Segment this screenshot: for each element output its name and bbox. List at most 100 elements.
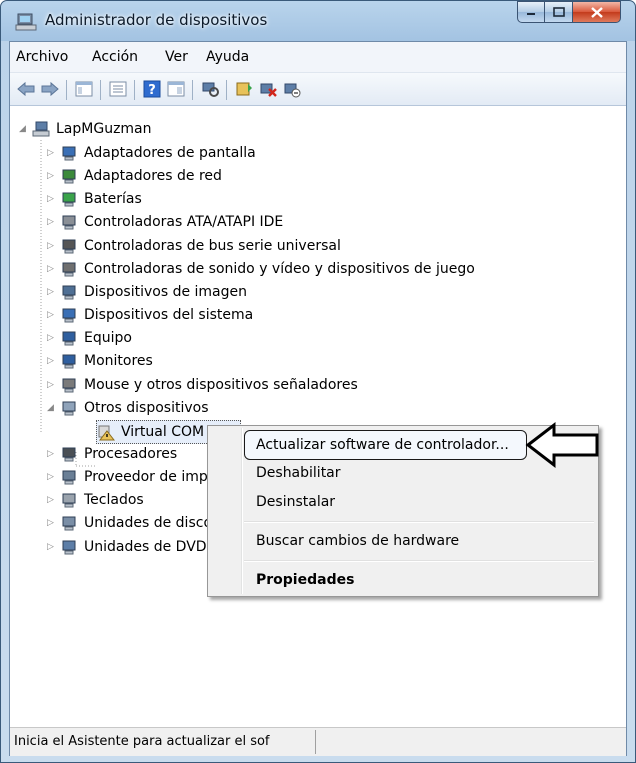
menu-ayuda[interactable]: Ayuda — [206, 49, 249, 65]
status-text: Inicia el Asistente para actualizar el s… — [14, 734, 270, 749]
tree-item[interactable]: Dispositivos del sistema — [60, 304, 253, 326]
collapse-toggle-icon[interactable]: ◢ — [47, 403, 57, 413]
console-tree-icon[interactable] — [108, 80, 128, 98]
usb-icon — [62, 239, 76, 254]
scan-hardware-icon[interactable] — [200, 80, 220, 98]
client-area: Archivo Acción Ver Ayuda ? ◢ LapMGuzman … — [9, 41, 627, 756]
expand-toggle-icon[interactable]: ▷ — [47, 472, 57, 482]
expand-toggle-icon[interactable]: ▷ — [47, 449, 57, 459]
disk-drive-icon — [62, 516, 76, 531]
expand-toggle-icon[interactable]: ▷ — [47, 217, 57, 227]
back-icon[interactable] — [16, 80, 36, 98]
toolbar-separator — [66, 80, 67, 100]
warning-device-icon — [98, 425, 115, 441]
tree-item[interactable]: Dispositivos de imagen — [60, 281, 247, 303]
dvd-drive-icon — [62, 540, 76, 555]
context-menu-gutter — [241, 428, 243, 594]
properties-menu-item[interactable]: Propiedades — [256, 572, 354, 588]
expand-toggle-icon[interactable]: ▷ — [47, 356, 57, 366]
tree-item-label: Controladoras de bus serie universal — [84, 237, 341, 254]
forward-icon[interactable] — [40, 80, 60, 98]
tree-item[interactable]: Mouse y otros dispositivos señaladores — [60, 374, 358, 396]
tree-item-label: Procesadores — [84, 445, 178, 462]
tree-item[interactable]: Baterías — [60, 188, 142, 210]
toolbar-separator — [226, 80, 227, 100]
tree-item-label: Unidades de disco — [84, 515, 213, 532]
network-adapter-icon — [62, 169, 76, 184]
tree-item[interactable]: Adaptadores de pantalla — [60, 142, 256, 164]
disable-menu-item[interactable]: Deshabilitar — [256, 465, 341, 481]
tree-item-label: Monitores — [84, 353, 153, 370]
menu-accion[interactable]: Acción — [92, 49, 138, 65]
expand-toggle-icon[interactable]: ▷ — [47, 495, 57, 505]
menu-bar: Archivo Acción Ver Ayuda — [10, 42, 626, 73]
minimize-icon — [527, 13, 535, 15]
tree-item-label: Equipo — [84, 330, 132, 347]
expand-toggle-icon[interactable]: ▷ — [47, 148, 57, 158]
uninstall-menu-item[interactable]: Desinstalar — [256, 494, 335, 510]
close-button[interactable] — [573, 1, 621, 23]
expand-toggle-icon[interactable]: ▷ — [47, 241, 57, 251]
speaker-icon — [62, 262, 76, 277]
close-icon — [590, 6, 603, 18]
expand-toggle-icon[interactable]: ▷ — [47, 264, 57, 274]
tree-item-label: Adaptadores de pantalla — [84, 145, 256, 161]
tree-item[interactable]: Otros dispositivos — [60, 397, 209, 419]
expand-toggle-icon[interactable]: ▷ — [47, 310, 57, 320]
battery-icon — [62, 192, 76, 207]
context-menu-separator — [244, 521, 594, 523]
context-menu-separator — [244, 560, 594, 562]
unknown-device-icon — [62, 401, 76, 416]
printer-icon — [62, 470, 76, 485]
tree-item-label: Otros dispositivos — [84, 399, 209, 416]
tree-item[interactable]: Unidades de disco — [60, 512, 212, 534]
ide-controller-icon — [62, 215, 76, 230]
tree-item[interactable]: Adaptadores de red — [60, 165, 222, 187]
pointer-arrow-annotation — [525, 421, 599, 469]
tree-item[interactable]: Monitores — [60, 350, 153, 372]
expand-toggle-icon[interactable]: ▷ — [47, 194, 57, 204]
update-driver-icon[interactable] — [234, 80, 254, 98]
device-manager-window: Administrador de dispositivos Archivo Ac… — [0, 0, 636, 763]
tree-item[interactable]: Equipo — [60, 327, 132, 349]
tree-item-label: Adaptadores de red — [84, 168, 222, 185]
title-bar[interactable]: Administrador de dispositivos — [1, 1, 635, 41]
tree-item[interactable]: Controladoras de sonido y vídeo y dispos… — [60, 258, 475, 280]
uninstall-icon[interactable] — [258, 80, 278, 98]
help-icon[interactable]: ? — [142, 80, 162, 98]
tree-item[interactable]: Controladoras ATA/ATAPI IDE — [60, 211, 283, 233]
tree-item[interactable]: Teclados — [60, 489, 144, 511]
expand-toggle-icon[interactable]: ▷ — [47, 380, 57, 390]
expand-toggle-icon[interactable]: ▷ — [47, 542, 57, 552]
view-icon[interactable] — [166, 80, 186, 98]
toolbar: ? — [10, 73, 626, 106]
maximize-icon — [552, 7, 565, 17]
update-driver-menu-item[interactable]: Actualizar software de controlador... — [256, 437, 509, 453]
status-divider — [315, 730, 316, 754]
device-tree[interactable]: ◢ LapMGuzman ▷ Adaptadores de pantalla ▷ Ad… — [10, 106, 626, 726]
expand-toggle-icon[interactable]: ▷ — [47, 333, 57, 343]
disable-icon[interactable] — [282, 80, 302, 98]
scan-hardware-menu-item[interactable]: Buscar cambios de hardware — [256, 533, 459, 549]
maximize-button[interactable] — [545, 1, 573, 23]
device-manager-icon — [15, 13, 37, 31]
tree-item-label: Dispositivos del sistema — [84, 307, 254, 324]
mouse-icon — [62, 378, 76, 392]
menu-ver[interactable]: Ver — [165, 49, 188, 65]
window-title: Administrador de dispositivos — [45, 11, 268, 29]
tree-item[interactable]: Controladoras de bus serie universal — [60, 235, 341, 257]
expand-toggle-icon[interactable]: ▷ — [47, 171, 57, 181]
tree-item-label: Teclados — [84, 492, 144, 509]
toolbar-separator — [100, 80, 101, 100]
expand-toggle-icon[interactable]: ▷ — [47, 518, 57, 528]
tree-item-label: Controladoras ATA/ATAPI IDE — [84, 214, 284, 231]
toolbar-separator — [134, 80, 135, 100]
tree-item[interactable]: Procesadores — [60, 443, 177, 465]
monitor-icon — [62, 354, 76, 369]
tree-item-label: Dispositivos de imagen — [84, 283, 248, 300]
properties-pane-icon[interactable] — [74, 80, 94, 98]
minimize-button[interactable] — [517, 1, 545, 23]
menu-archivo[interactable]: Archivo — [16, 49, 68, 65]
camera-icon — [62, 285, 76, 300]
expand-toggle-icon[interactable]: ▷ — [47, 287, 57, 297]
